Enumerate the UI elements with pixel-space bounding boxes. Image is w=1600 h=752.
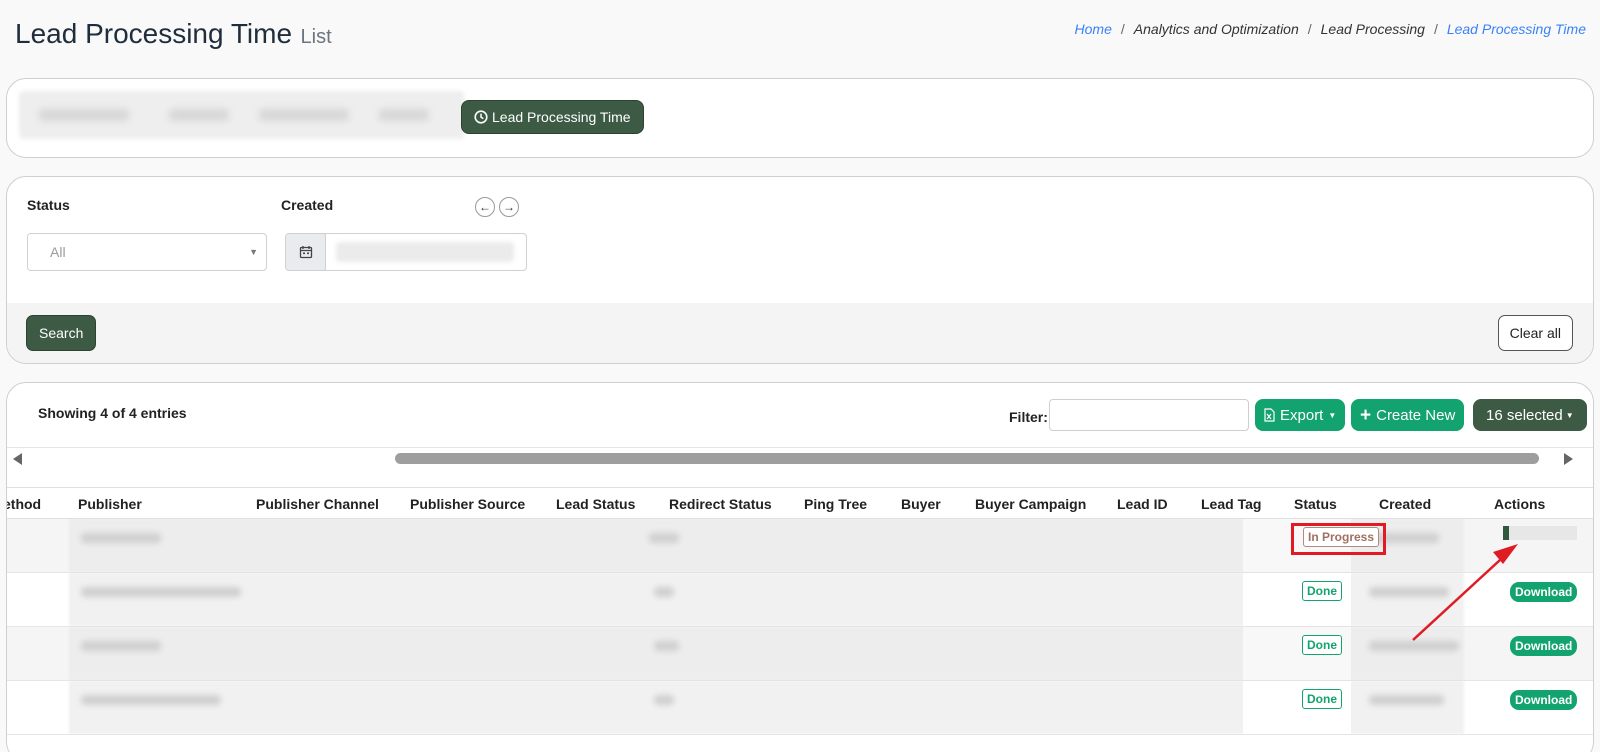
clock-icon [474,110,488,124]
excel-file-icon [1264,408,1275,422]
table-card: Showing 4 of 4 entries Filter: Export ▼ … [6,382,1594,752]
page-title: Lead Processing Time [15,18,293,49]
status-select[interactable]: All ▼ [27,233,267,271]
filter-label: Filter: [1009,409,1048,425]
horizontal-scrollbar[interactable] [7,447,1593,471]
table-row: Done Download [7,627,1593,681]
table-row: Done Download [7,573,1593,627]
breadcrumb-lead-processing[interactable]: Lead Processing [1321,21,1425,37]
breadcrumb-current: Lead Processing Time [1446,21,1586,37]
scroll-left-arrow-icon[interactable] [13,453,22,465]
col-publisher-source[interactable]: Publisher Source [410,496,525,512]
status-badge: Done [1302,581,1342,601]
caret-down-icon: ▼ [1328,410,1337,420]
export-button[interactable]: Export ▼ [1255,399,1346,431]
breadcrumb-analytics[interactable]: Analytics and Optimization [1134,21,1299,37]
filters-footer: Search Clear all [7,303,1593,363]
tab-label: Lead Processing Time [492,109,631,125]
clear-all-button[interactable]: Clear all [1497,315,1573,351]
col-created[interactable]: Created [1379,496,1431,512]
entries-count: Showing 4 of 4 entries [38,405,187,421]
table-row: Done Download [7,681,1593,735]
status-badge: Done [1302,689,1342,709]
col-lead-tag[interactable]: Lead Tag [1201,496,1261,512]
blurred-tabs [19,91,464,139]
tab-lead-processing-time[interactable]: Lead Processing Time [461,100,644,134]
col-publisher-channel[interactable]: Publisher Channel [256,496,379,512]
caret-down-icon: ▼ [1565,410,1574,420]
download-button[interactable]: Download [1510,636,1578,656]
calendar-icon[interactable] [286,234,326,270]
arrow-left-icon[interactable]: ← [475,197,495,217]
created-filter-label: Created [281,197,334,213]
status-filter-label: Status [27,197,70,213]
table-header: ethod Publisher Publisher Channel Publis… [7,487,1593,519]
selected-label: 16 selected [1486,406,1563,424]
col-status[interactable]: Status [1294,496,1337,512]
create-new-label: Create New [1376,406,1456,424]
col-actions: Actions [1494,496,1546,512]
col-lead-id[interactable]: Lead ID [1117,496,1168,512]
col-redirect-status[interactable]: Redirect Status [669,496,772,512]
status-badge: Done [1302,635,1342,655]
progress-bar-fill [1503,526,1509,540]
export-label: Export [1280,406,1324,424]
col-buyer[interactable]: Buyer [901,496,941,512]
tabs-card: Lead Processing Time [6,78,1594,158]
download-button[interactable]: Download [1510,690,1578,710]
created-date-range[interactable] [285,233,527,271]
caret-down-icon: ▼ [249,247,258,257]
highlight-box [1291,523,1386,555]
status-select-value: All [50,244,66,260]
page-header: Lead Processing Time List [15,18,332,50]
arrow-right-icon[interactable]: → [499,197,519,217]
scrollbar-thumb[interactable] [395,453,1539,464]
col-method[interactable]: ethod [7,496,41,512]
filters-card: Status Created ← → All ▼ Search Clear al… [6,176,1594,364]
breadcrumb-home[interactable]: Home [1075,21,1112,37]
col-buyer-campaign[interactable]: Buyer Campaign [975,496,1086,512]
date-range-value-blurred [336,242,514,262]
create-new-button[interactable]: + Create New [1351,399,1465,431]
columns-selected-button[interactable]: 16 selected ▼ [1473,399,1587,431]
progress-bar [1503,526,1577,540]
download-button[interactable]: Download [1510,582,1578,602]
search-button[interactable]: Search [26,315,97,351]
plus-icon: + [1360,404,1372,426]
col-lead-status[interactable]: Lead Status [556,496,635,512]
breadcrumb: Home / Analytics and Optimization / Lead Pro… [1074,21,1586,37]
filter-input[interactable] [1049,399,1249,431]
page-subtitle: List [300,26,332,48]
scroll-right-arrow-icon[interactable] [1564,453,1573,465]
table-row: In Progress [7,519,1593,573]
col-ping-tree[interactable]: Ping Tree [804,496,867,512]
col-publisher[interactable]: Publisher [78,496,142,512]
